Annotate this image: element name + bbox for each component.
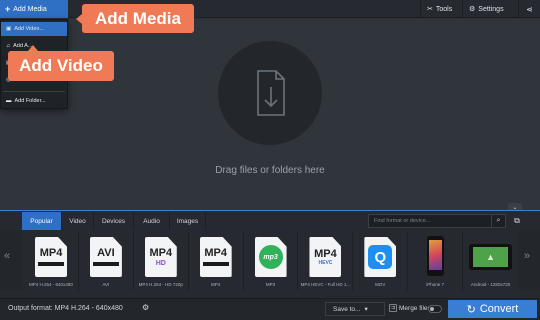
format-icon-subtext: HEVC: [318, 259, 333, 266]
merge-files-toggle[interactable]: [428, 305, 442, 313]
format-item-label: AVI: [102, 282, 110, 287]
video-icon: ▣: [6, 26, 12, 32]
format-item-iphone-7[interactable]: iPhone 7: [408, 232, 464, 290]
format-item-mp4-hd[interactable]: MP4 HD MP4 H.264 - HD 720p: [134, 232, 189, 290]
add-video-callout: Add Video: [8, 45, 114, 81]
settings-label: Settings: [478, 5, 504, 13]
tab-popular[interactable]: Popular: [22, 212, 62, 230]
format-icon-text: AVI: [97, 247, 115, 259]
plus-icon: +: [5, 4, 11, 14]
tools-icon: ✂: [427, 6, 433, 13]
merge-files-label: Merge files: [399, 305, 431, 312]
convert-icon: ↻: [466, 303, 476, 316]
format-icon-text: MP4: [149, 246, 173, 259]
format-item-mp3[interactable]: mp3 MP3: [244, 232, 299, 290]
search-button[interactable]: ⌕: [492, 214, 506, 228]
scroll-left-button[interactable]: «: [4, 250, 10, 262]
output-settings-gear-icon[interactable]: ⚙: [142, 303, 149, 312]
menu-item-add-folder[interactable]: ▬ Add Folder...: [1, 94, 67, 108]
tab-devices[interactable]: Devices: [94, 212, 134, 230]
format-item-mp4-h264[interactable]: MP4 MP4 H.264 - 640x480: [24, 232, 79, 290]
format-icon-band: [38, 262, 64, 266]
mp4-file-icon: MP4: [199, 237, 232, 277]
format-item-label: MP4 HEVC - Full HD 1...: [300, 282, 351, 287]
iphone-screen: [429, 240, 443, 270]
format-item-label: MOV: [375, 282, 386, 287]
folder-icon: ▬: [6, 98, 12, 104]
menu-divider: [3, 91, 65, 92]
format-icon-subtext: HD: [155, 259, 166, 267]
format-icon-band: [202, 262, 229, 266]
save-to-label: Save to...: [333, 305, 361, 313]
format-item-label: MP3: [265, 282, 276, 287]
format-item-mp4-hevc[interactable]: MP4 HEVC MP4 HEVC - Full HD 1...: [298, 232, 354, 290]
chevron-down-icon: ▾: [364, 306, 368, 313]
format-item-label: MP4 H.264 - HD 720p: [138, 282, 183, 287]
convert-label: Convert: [479, 303, 519, 315]
iphone-icon: [427, 236, 445, 276]
scroll-right-button[interactable]: »: [524, 250, 530, 262]
add-media-label: Add Media: [13, 5, 47, 13]
format-item-label: MP4: [210, 282, 221, 287]
android-tablet-icon: ▲: [469, 244, 513, 270]
avi-file-icon: AVI: [89, 237, 122, 277]
search-icon: ⌕: [496, 217, 501, 224]
output-format-label: Output format: MP4 H.264 - 640x480: [8, 305, 123, 312]
format-icon-text: MP4: [314, 247, 337, 260]
format-item-avi[interactable]: AVI AVI: [79, 232, 134, 290]
format-item-label: iPhone 7: [426, 282, 445, 287]
quicktime-icon: Q: [368, 245, 393, 269]
settings-button[interactable]: ⚙ Settings: [462, 0, 518, 18]
format-tabs: Popular Video Devices Audio Images: [22, 212, 206, 230]
add-media-button[interactable]: + Add Media: [0, 0, 68, 18]
format-strip: MP4 MP4 H.264 - 640x480 AVI AVI MP4 HD M…: [24, 232, 518, 290]
menu-item-label: Add Video...: [14, 26, 45, 32]
format-icon-text: mp3: [258, 245, 283, 269]
mp3-file-icon: mp3: [254, 237, 287, 277]
format-item-mp4[interactable]: MP4 MP4: [189, 232, 244, 290]
merge-files-icon: ⇉: [389, 304, 397, 312]
mov-file-icon: Q: [364, 237, 397, 277]
format-item-android[interactable]: ▲ Android - 1280x720: [463, 232, 518, 290]
mp4-hd-file-icon: MP4 HD: [144, 237, 177, 277]
tab-audio[interactable]: Audio: [134, 212, 170, 230]
tab-images[interactable]: Images: [170, 212, 206, 230]
share-button[interactable]: ⋖: [518, 0, 540, 18]
format-icon-text: MP4: [39, 247, 63, 259]
share-icon: ⋖: [526, 4, 533, 14]
drop-zone-text: Drag files or folders here: [215, 165, 325, 176]
mp4-hevc-file-icon: MP4 HEVC: [309, 237, 342, 277]
convert-button[interactable]: ↻ Convert: [448, 300, 537, 318]
format-icon-band: [92, 262, 119, 266]
format-search-input[interactable]: Find format or device...: [368, 214, 492, 228]
format-item-label: MP4 H.264 - 640x480: [29, 282, 73, 287]
tools-label: Tools: [435, 5, 453, 13]
tab-video[interactable]: Video: [62, 212, 94, 230]
format-item-label: Android - 1280x720: [470, 282, 511, 287]
drop-zone[interactable]: Drag files or folders here: [0, 19, 540, 210]
format-icon-text: MP4: [204, 247, 227, 259]
music-icon: ♫: [6, 43, 11, 49]
tools-button[interactable]: ✂ Tools: [420, 0, 462, 18]
add-media-callout: Add Media: [76, 4, 194, 33]
menu-item-label: Add Folder...: [14, 98, 46, 104]
mp4-file-icon: MP4: [35, 237, 67, 277]
format-item-mov[interactable]: Q MOV: [353, 232, 409, 290]
detect-device-button[interactable]: ⧉: [510, 213, 524, 229]
drop-zone-circle: [218, 41, 322, 145]
menu-item-add-video[interactable]: ▣ Add Video...: [1, 22, 67, 36]
gear-icon: ⚙: [469, 6, 476, 13]
android-robot-icon: ▲: [473, 247, 509, 267]
save-to-button[interactable]: Save to... ▾: [325, 302, 385, 316]
device-search-icon: ⧉: [514, 216, 520, 225]
file-download-icon: [257, 70, 285, 116]
